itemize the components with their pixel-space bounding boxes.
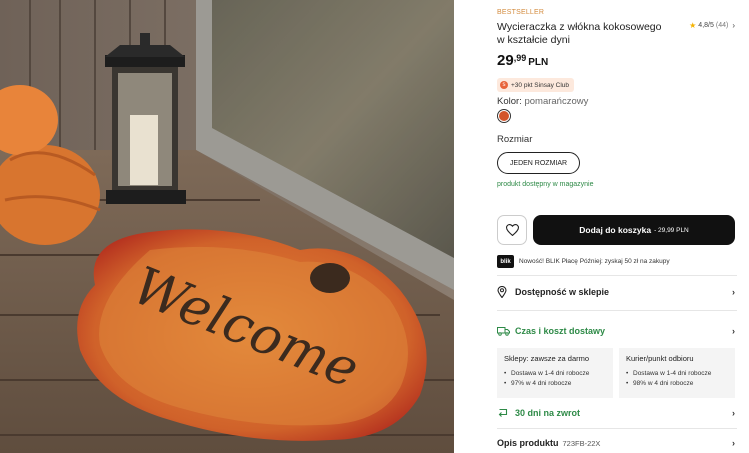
- color-label: Kolor: pomarańczowy: [497, 96, 588, 107]
- price-currency: PLN: [528, 57, 549, 68]
- size-button[interactable]: JEDEN ROZMIAR: [497, 152, 580, 174]
- add-to-cart-button[interactable]: Dodaj do koszyka - 29,99 PLN: [533, 215, 735, 245]
- heart-icon: [505, 224, 519, 236]
- chevron-right-icon: ›: [732, 438, 735, 448]
- product-sku: 723FB-22X: [562, 438, 601, 448]
- return-arrow-icon: [497, 408, 511, 418]
- price: 29,99 PLN: [497, 52, 548, 69]
- rating[interactable]: ★ 4,8/5 (44) ›: [689, 21, 735, 30]
- rating-count: (44): [715, 22, 729, 29]
- color-value: pomarańczowy: [524, 96, 589, 107]
- chevron-right-icon: ›: [732, 21, 735, 30]
- color-swatch-orange[interactable]: [497, 109, 511, 123]
- delivery-label: Czas i koszt dostawy: [515, 326, 606, 336]
- returns-row[interactable]: 30 dni na zwrot ›: [497, 404, 735, 422]
- sinsay-club-icon: s: [500, 81, 508, 89]
- wishlist-button[interactable]: [497, 215, 527, 245]
- returns-label: 30 dni na zwrot: [515, 408, 581, 418]
- rating-value: 4,8/5: [698, 22, 714, 29]
- chevron-right-icon: ›: [732, 408, 735, 418]
- product-panel: BESTSELLER Wycieraczka z włókna kokosowe…: [497, 0, 737, 453]
- bestseller-badge: BESTSELLER: [497, 9, 545, 16]
- divider: [497, 275, 737, 276]
- truck-icon: [497, 326, 511, 336]
- store-availability-row[interactable]: Dostępność w sklepie ›: [497, 283, 735, 301]
- chevron-right-icon: ›: [732, 326, 735, 336]
- club-points-badge: s +30 pkt Sinsay Club: [497, 78, 574, 92]
- price-int: 29: [497, 52, 514, 69]
- divider: [497, 428, 737, 429]
- color-label-text: Kolor:: [497, 96, 522, 107]
- blik-promo-text: Nowość! BLIK Płacę Później: zyskaj 50 zł…: [519, 258, 670, 265]
- list-item: 98% w 4 dni robocze: [626, 379, 728, 389]
- chevron-right-icon: ›: [732, 287, 735, 297]
- store-delivery-box: Sklepy: zawsze za darmo Dostawa w 1-4 dn…: [497, 348, 613, 398]
- divider: [497, 310, 737, 311]
- list-item: 97% w 4 dni robocze: [504, 379, 606, 389]
- product-image[interactable]: Welcome: [0, 0, 454, 453]
- swatch-fill: [499, 111, 509, 121]
- list-item: Dostawa w 1-4 dni robocze: [504, 369, 606, 379]
- store-availability-label: Dostępność w sklepie: [515, 287, 610, 297]
- price-decimals: ,99: [513, 53, 527, 63]
- availability-text: produkt dostępny w magazynie: [497, 181, 594, 188]
- size-label: Rozmiar: [497, 134, 533, 145]
- blik-logo: blik: [497, 255, 514, 268]
- location-pin-icon: [497, 286, 511, 298]
- courier-delivery-box: Kurier/punkt odbioru Dostawa w 1-4 dni r…: [619, 348, 735, 398]
- list-item: Dostawa w 1-4 dni robocze: [626, 369, 728, 379]
- description-label: Opis produktu: [497, 438, 559, 448]
- product-title: Wycieraczka z włókna kokosowego w kształ…: [497, 21, 662, 46]
- star-icon: ★: [689, 21, 697, 30]
- blik-promo[interactable]: blik Nowość! BLIK Płacę Później: zyskaj …: [497, 255, 670, 268]
- club-points-text: +30 pkt Sinsay Club: [511, 81, 569, 89]
- courier-delivery-title: Kurier/punkt odbioru: [626, 354, 694, 363]
- add-to-cart-label: Dodaj do koszyka: [579, 225, 652, 235]
- store-delivery-title: Sklepy: zawsze za darmo: [504, 354, 590, 363]
- add-to-cart-price: - 29,99 PLN: [654, 226, 689, 234]
- description-row[interactable]: Opis produktu 723FB-22X ›: [497, 434, 735, 452]
- delivery-row[interactable]: Czas i koszt dostawy ›: [497, 322, 735, 340]
